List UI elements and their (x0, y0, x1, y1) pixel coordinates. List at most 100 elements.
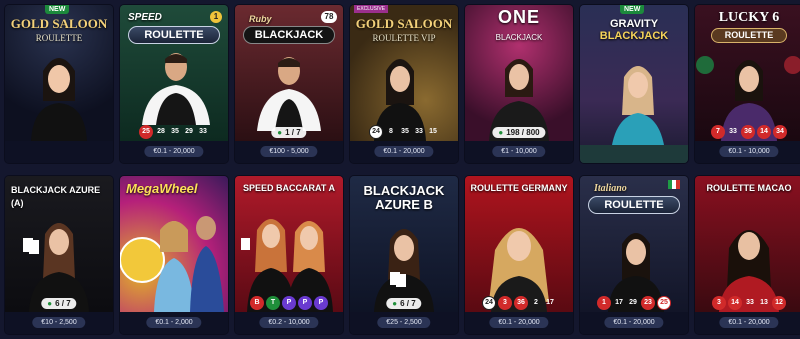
recent-results: B T P P P (235, 294, 343, 312)
result-marker: B (250, 296, 264, 310)
result-number: 3 (498, 296, 512, 310)
player-count-badge: 78 (321, 11, 337, 23)
game-title: MegaWheel (126, 181, 198, 196)
result-number: 36 (741, 125, 755, 139)
result-number: 34 (773, 125, 787, 139)
dealer-image (719, 230, 779, 312)
result-number: 25 (657, 296, 671, 310)
game-title: BLACKJACK AZURE (A) (11, 185, 101, 208)
game-title-text: GOLD SALOON (10, 16, 108, 31)
limit-bar: €0.1 - 20,000 (350, 141, 458, 163)
tile-scene: NEW GRAVITY BLACKJACK (580, 5, 688, 163)
result-number: 33 (415, 128, 423, 135)
game-tile-speed-baccarat-a[interactable]: SPEED BACCARAT A B T P P P €0.2 - 10,000 (235, 176, 343, 334)
tile-scene: LUCKY 6 ROULETTE (695, 5, 800, 141)
seats-indicator: ● 6 / 7 (386, 298, 422, 309)
result-number: 35 (401, 128, 409, 135)
game-title: LUCKY 6 (718, 10, 780, 25)
game-tile-mega-wheel[interactable]: MegaWheel €0.1 - 2,000 (120, 176, 228, 334)
dealer-image (241, 219, 333, 312)
game-subtitle: ROULETTE (711, 28, 787, 43)
game-tile-lucky-6-roulette[interactable]: LUCKY 6 ROULETTE 7 33 36 14 34 €0.1 - 10… (695, 5, 800, 163)
exclusive-badge: EXCLUSIVE (354, 5, 389, 13)
game-tile-one-blackjack[interactable]: ONE BLACKJACK ● 198 / 800 €1 - 10,000 (465, 5, 573, 163)
recent-results: 1 17 29 23 25 (580, 294, 688, 312)
players-icon: ● (277, 128, 283, 137)
limit-bar: €10 - 2,500 (5, 312, 113, 334)
players-icon: ● (47, 299, 53, 308)
game-tile-roulette-macao[interactable]: ROULETTE MACAO 3 14 33 13 12 €0.1 - 20,0… (695, 176, 800, 334)
limit-bar (5, 141, 113, 163)
result-number: 25 (139, 125, 153, 139)
dealer-image (120, 216, 224, 312)
result-number: 33 (746, 299, 754, 306)
game-subtitle: BLACKJACK (495, 33, 543, 42)
game-tile-gold-saloon-roulette-vip[interactable]: EXCLUSIVE GOLD SALOON ROULETTE VIP 24 8 … (350, 5, 458, 163)
game-title: ONE (497, 7, 540, 27)
bet-limit: €25 - 2,500 (377, 317, 431, 328)
game-title: ROULETTE (128, 26, 220, 44)
limit-bar: €0.1 - 2,000 (120, 312, 228, 334)
limit-bar: €0.1 - 20,000 (580, 312, 688, 334)
tile-scene: BLACKJACK AZURE B (350, 176, 458, 312)
tile-scene: ONE BLACKJACK (465, 5, 573, 141)
result-number: 36 (514, 296, 528, 310)
result-number: 7 (711, 125, 725, 139)
limit-bar: €100 - 5,000 (235, 141, 343, 163)
result-number: 2 (534, 299, 538, 306)
game-tile-italiano-roulette[interactable]: Italiano ROULETTE 1 17 29 23 25 €0.1 - 2… (580, 176, 688, 334)
result-marker: P (314, 296, 328, 310)
result-number: 29 (185, 128, 193, 135)
seats-indicator: ● 1 / 7 (271, 127, 307, 138)
new-badge: NEW (620, 5, 645, 14)
game-title: ROULETTE GERMANY (470, 183, 568, 193)
game-lobby-grid: NEW GOLD SALOON ROULETTE SPEED ROULETTE … (0, 0, 800, 339)
limit-bar: €0.1 - 20,000 (120, 141, 228, 163)
game-title: SPEED BACCARAT A (242, 183, 335, 193)
recent-results: 7 33 36 14 34 (695, 123, 800, 141)
tile-scene: SPEED BACCARAT A (235, 176, 343, 312)
dealer-image (696, 56, 800, 141)
game-tile-blackjack-azure-b[interactable]: BLACKJACK AZURE B ● 6 / 7 €25 - 2,500 (350, 176, 458, 334)
result-marker: P (298, 296, 312, 310)
limit-bar: €0.1 - 10,000 (695, 141, 800, 163)
game-title: GOLD SALOON ROULETTE (9, 17, 109, 45)
game-title: BLACKJACK (243, 26, 335, 44)
game-subtitle: ROULETTE VIP (372, 33, 436, 43)
result-number: 14 (728, 296, 742, 310)
result-number: 12 (772, 296, 786, 310)
result-marker: P (282, 296, 296, 310)
tile-scene: SPEED ROULETTE 1 (120, 5, 228, 141)
game-subtitle: ROULETTE (35, 33, 83, 43)
limit-bar: €1 - 10,000 (465, 141, 573, 163)
seats-count: 198 / 800 (506, 128, 540, 137)
tile-scene: ROULETTE GERMANY (465, 176, 573, 312)
result-number: 24 (369, 125, 383, 139)
game-tile-roulette-germany[interactable]: ROULETTE GERMANY 24 3 36 2 17 €0.1 - 20,… (465, 176, 573, 334)
game-tile-speed-roulette[interactable]: SPEED ROULETTE 1 25 28 35 29 33 €0.1 - 2… (120, 5, 228, 163)
result-number: 13 (760, 299, 768, 306)
game-tile-gravity-blackjack[interactable]: NEW GRAVITY BLACKJACK (580, 5, 688, 163)
limit-bar: €0.1 - 20,000 (465, 312, 573, 334)
result-number: 24 (482, 296, 496, 310)
game-tile-blackjack-azure-a[interactable]: BLACKJACK AZURE (A) ● 6 / 7 €10 - 2,500 (5, 176, 113, 334)
game-tile-ruby-blackjack[interactable]: Ruby BLACKJACK 78 ● 1 / 7 €100 - 5,000 (235, 5, 343, 163)
bet-limit: €0.1 - 10,000 (719, 146, 779, 157)
player-count-badge: 1 (210, 11, 222, 23)
bet-limit: €0.1 - 20,000 (374, 146, 434, 157)
tile-scene: Italiano ROULETTE (580, 176, 688, 312)
seats-indicator: ● 6 / 7 (41, 298, 77, 309)
result-number: 3 (712, 296, 726, 310)
result-number: 29 (629, 299, 637, 306)
seats-count: 1 / 7 (285, 128, 301, 137)
bet-limit: €10 - 2,500 (32, 317, 86, 328)
players-icon: ● (498, 128, 504, 137)
game-tile-gold-saloon-roulette[interactable]: NEW GOLD SALOON ROULETTE (5, 5, 113, 163)
bet-limit: €0.2 - 10,000 (259, 317, 319, 328)
recent-results: 25 28 35 29 33 (120, 123, 228, 141)
new-badge: NEW (45, 5, 70, 14)
limit-bar: €0.1 - 20,000 (695, 312, 800, 334)
bet-limit: €0.1 - 20,000 (719, 317, 779, 328)
seats-indicator: ● 198 / 800 (492, 127, 546, 138)
result-number: 28 (157, 128, 165, 135)
